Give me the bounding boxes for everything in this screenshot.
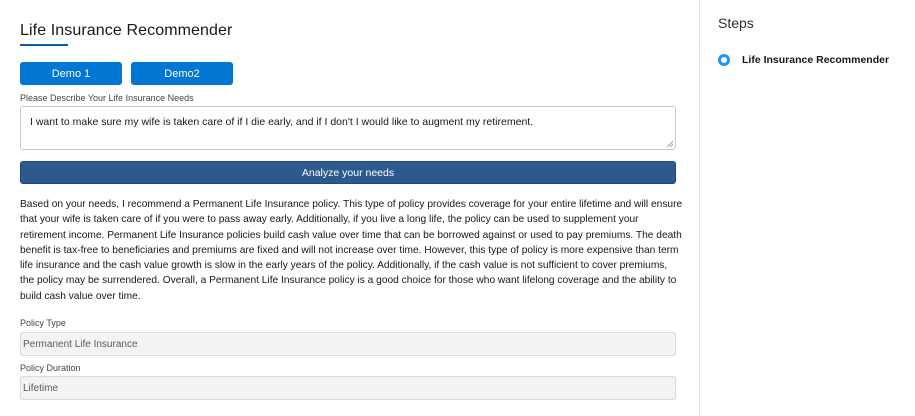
policy-type-label: Policy Type [20,318,66,328]
title-underline [20,44,68,46]
policy-type-value: Permanent Life Insurance [23,338,138,350]
policy-duration-field: Lifetime [20,376,676,400]
policy-duration-label: Policy Duration [20,363,81,373]
step-item-life-insurance-recommender[interactable]: Life Insurance Recommender [718,54,889,66]
step-item-label: Life Insurance Recommender [742,54,890,66]
page-title: Life Insurance Recommender [20,22,233,39]
policy-duration-value: Lifetime [23,382,59,394]
steps-panel: Steps Life Insurance Recommender [700,0,915,416]
analyze-needs-button[interactable]: Analyze your needs [20,161,676,184]
needs-textarea-value: I want to make sure my wife is taken car… [30,116,534,128]
demo-2-button[interactable]: Demo2 [131,62,233,85]
recommendation-text: Based on your needs, I recommend a Perma… [20,199,683,302]
needs-label: Please Describe Your Life Insurance Need… [20,93,194,103]
resize-handle-icon[interactable] [666,140,673,147]
demo-1-button[interactable]: Demo 1 [20,62,122,85]
policy-type-field: Permanent Life Insurance [20,332,676,356]
main-panel: Life Insurance Recommender Demo 1 Demo2 … [0,0,700,416]
step-active-dot-icon [718,54,730,66]
needs-textarea[interactable]: I want to make sure my wife is taken car… [20,106,676,150]
steps-title: Steps [718,15,754,31]
